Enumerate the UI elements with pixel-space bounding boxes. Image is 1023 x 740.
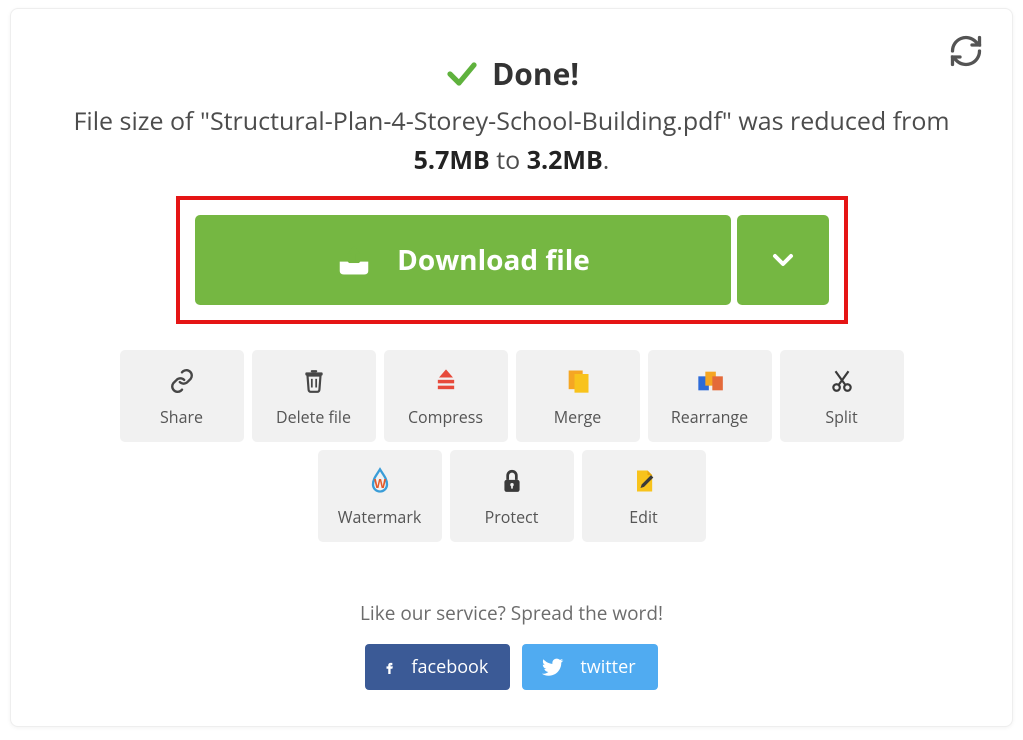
link-icon <box>169 368 195 394</box>
edit-button[interactable]: Edit <box>582 450 706 542</box>
watermark-label: Watermark <box>338 506 422 528</box>
merge-button[interactable]: Merge <box>516 350 640 442</box>
status-mid1: " was reduced from <box>722 104 950 138</box>
rearrange-icon <box>695 367 725 395</box>
protect-button[interactable]: Protect <box>450 450 574 542</box>
lock-icon <box>499 466 525 496</box>
done-row: Done! <box>31 53 992 94</box>
rearrange-label: Rearrange <box>671 406 748 428</box>
check-icon <box>444 56 480 92</box>
split-button[interactable]: Split <box>780 350 904 442</box>
status-mid2: to <box>490 143 527 177</box>
compress-label: Compress <box>408 406 483 428</box>
download-label: Download file <box>397 241 590 279</box>
refresh-icon <box>948 33 984 69</box>
download-icon <box>335 241 373 279</box>
share-label: Share <box>160 406 203 428</box>
merge-label: Merge <box>554 406 602 428</box>
result-card: Done! File size of "Structural-Plan-4-St… <box>10 8 1013 727</box>
edit-label: Edit <box>629 506 657 528</box>
twitter-button[interactable]: twitter <box>522 644 657 690</box>
delete-button[interactable]: Delete file <box>252 350 376 442</box>
actions-grid: Share Delete file <box>57 350 967 542</box>
merge-icon <box>564 366 592 396</box>
share-button[interactable]: Share <box>120 350 244 442</box>
twitter-label: twitter <box>580 655 635 679</box>
rearrange-button[interactable]: Rearrange <box>648 350 772 442</box>
status-to-size: 3.2MB <box>527 143 603 177</box>
refresh-button[interactable] <box>948 33 988 73</box>
done-label: Done! <box>492 53 579 94</box>
watermark-icon: W <box>366 466 394 496</box>
twitter-icon <box>540 656 566 678</box>
social-buttons: facebook twitter <box>31 644 992 690</box>
split-label: Split <box>825 406 857 428</box>
status-prefix: File size of " <box>73 104 209 138</box>
scissors-icon <box>829 366 855 396</box>
protect-label: Protect <box>485 506 539 528</box>
watermark-button[interactable]: W Watermark <box>318 450 442 542</box>
edit-icon <box>630 466 658 496</box>
facebook-label: facebook <box>411 655 488 679</box>
status-message: File size of "Structural-Plan-4-Storey-S… <box>31 102 992 180</box>
facebook-button[interactable]: facebook <box>365 644 510 690</box>
delete-label: Delete file <box>276 406 351 428</box>
status-from-size: 5.7MB <box>414 143 490 177</box>
compress-icon <box>432 366 460 396</box>
download-highlight-frame: Download file <box>176 196 848 324</box>
compress-button[interactable]: Compress <box>384 350 508 442</box>
download-options-button[interactable] <box>737 215 829 305</box>
status-suffix: . <box>603 143 610 177</box>
download-button[interactable]: Download file <box>195 215 731 305</box>
spread-text: Like our service? Spread the word! <box>31 600 992 626</box>
spread-section: Like our service? Spread the word! faceb… <box>31 600 992 690</box>
status-filename: Structural-Plan-4-Storey-School-Building… <box>210 104 722 138</box>
svg-text:W: W <box>373 476 386 491</box>
facebook-icon <box>383 654 397 680</box>
chevron-down-icon <box>767 244 799 276</box>
trash-icon <box>301 366 327 396</box>
